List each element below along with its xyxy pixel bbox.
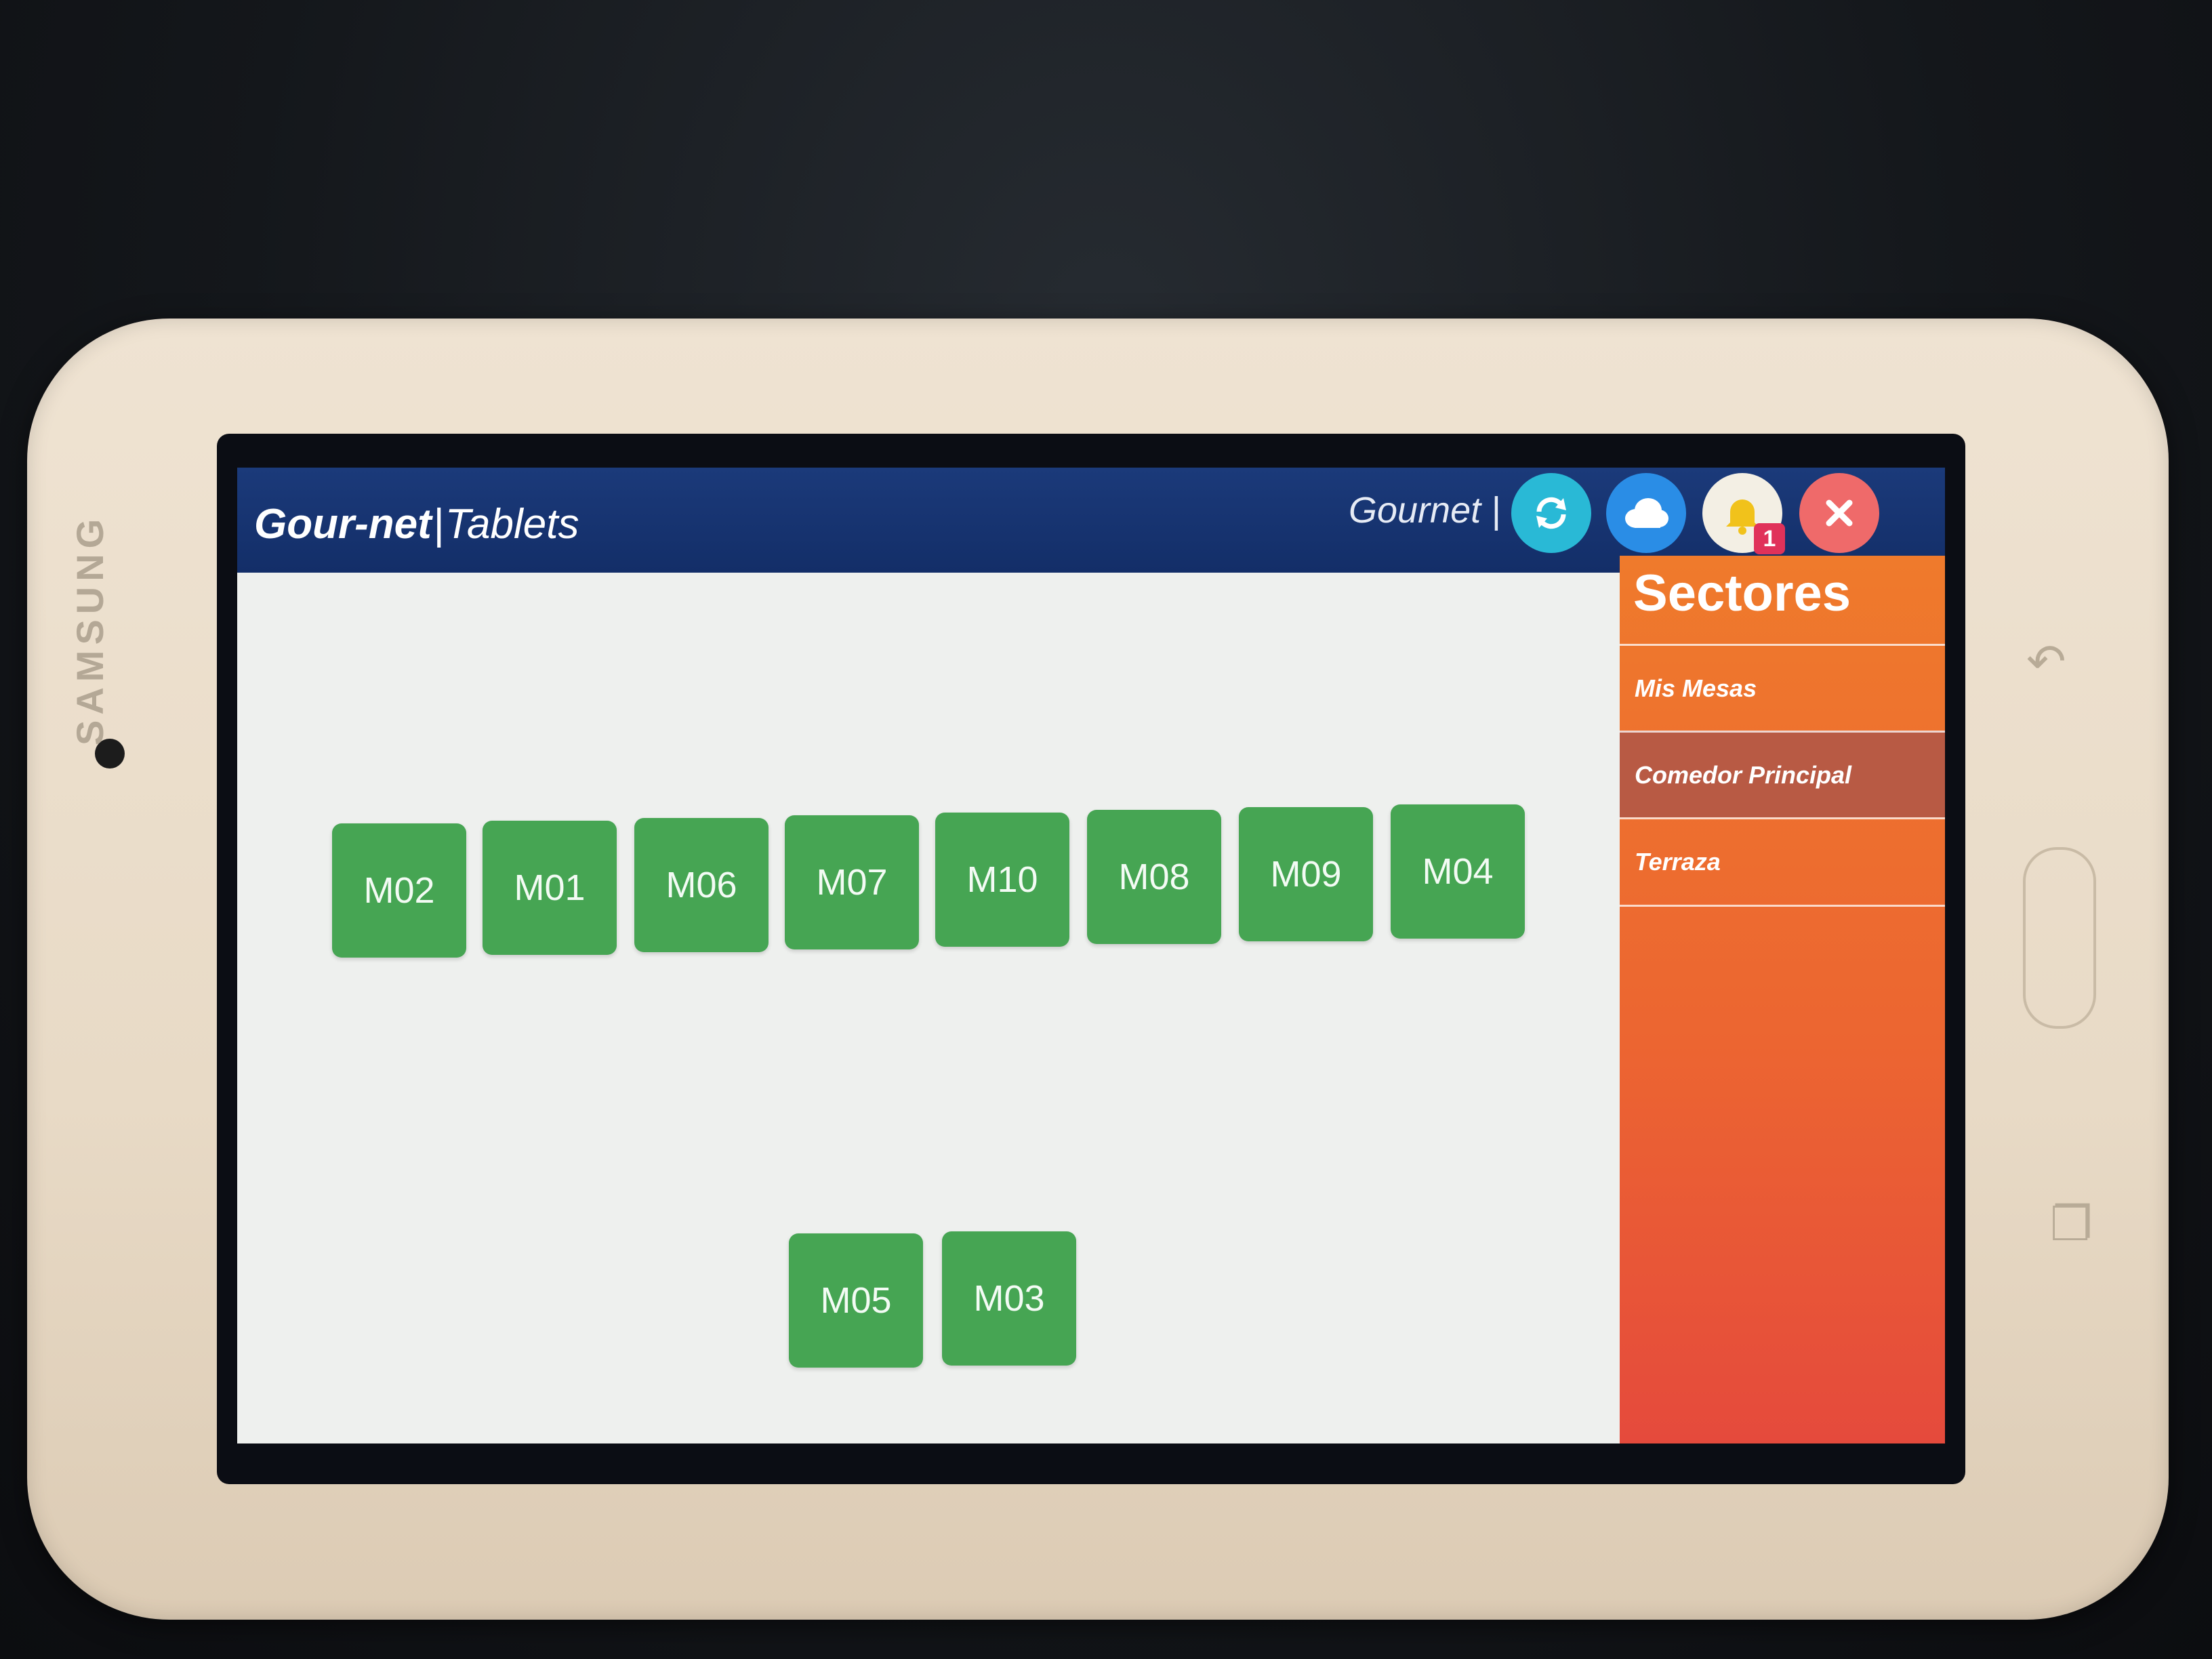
table-m02[interactable]: M02 <box>332 823 466 958</box>
sync-icon <box>1536 497 1566 529</box>
user-label: Gournet | <box>1349 490 1501 531</box>
close-button[interactable] <box>1799 473 1879 553</box>
cloud-button[interactable] <box>1606 473 1686 553</box>
table-m10[interactable]: M10 <box>935 813 1069 947</box>
table-m05[interactable]: M05 <box>789 1233 923 1368</box>
back-key-icon[interactable]: ↶ <box>2026 634 2066 689</box>
close-icon <box>1826 499 1853 527</box>
app-screen: Gour-net|Tablets Gournet | 1 M02 M01 M06… <box>237 468 1945 1443</box>
notifications-button[interactable]: 1 <box>1702 473 1785 554</box>
app-logo: Gour-net|Tablets <box>254 500 579 548</box>
sector-list-divider <box>1620 905 1945 907</box>
table-m09[interactable]: M09 <box>1239 807 1373 941</box>
table-m07[interactable]: M07 <box>785 815 919 949</box>
sidebar-title: Sectores <box>1633 565 1851 622</box>
table-m08[interactable]: M08 <box>1087 810 1221 944</box>
device-brand: SAMSUNG <box>68 513 111 745</box>
logo-brand: Gour-net <box>254 501 432 548</box>
sectors-sidebar: Sectores Mis Mesas Comedor Principal Ter… <box>1620 556 1945 1443</box>
sector-comedor-principal[interactable]: Comedor Principal <box>1620 731 1945 817</box>
table-m03[interactable]: M03 <box>942 1231 1076 1366</box>
table-m06[interactable]: M06 <box>634 818 769 952</box>
table-m01[interactable]: M01 <box>483 821 617 955</box>
table-m04[interactable]: M04 <box>1391 804 1525 939</box>
cloud-icon <box>1625 498 1668 528</box>
logo-product: Tablets <box>445 501 579 548</box>
home-button[interactable] <box>2023 847 2096 1029</box>
recent-apps-icon[interactable]: ❐ <box>2050 1196 2093 1252</box>
sector-terraza[interactable]: Terraza <box>1620 817 1945 904</box>
sync-button[interactable] <box>1511 473 1591 553</box>
floor-plan: M02 M01 M06 M07 M10 M08 M09 M04 M05 M03 <box>237 573 1620 1443</box>
notification-count-badge: 1 <box>1754 523 1785 554</box>
sector-mis-mesas[interactable]: Mis Mesas <box>1620 644 1945 731</box>
logo-separator: | <box>432 501 444 548</box>
